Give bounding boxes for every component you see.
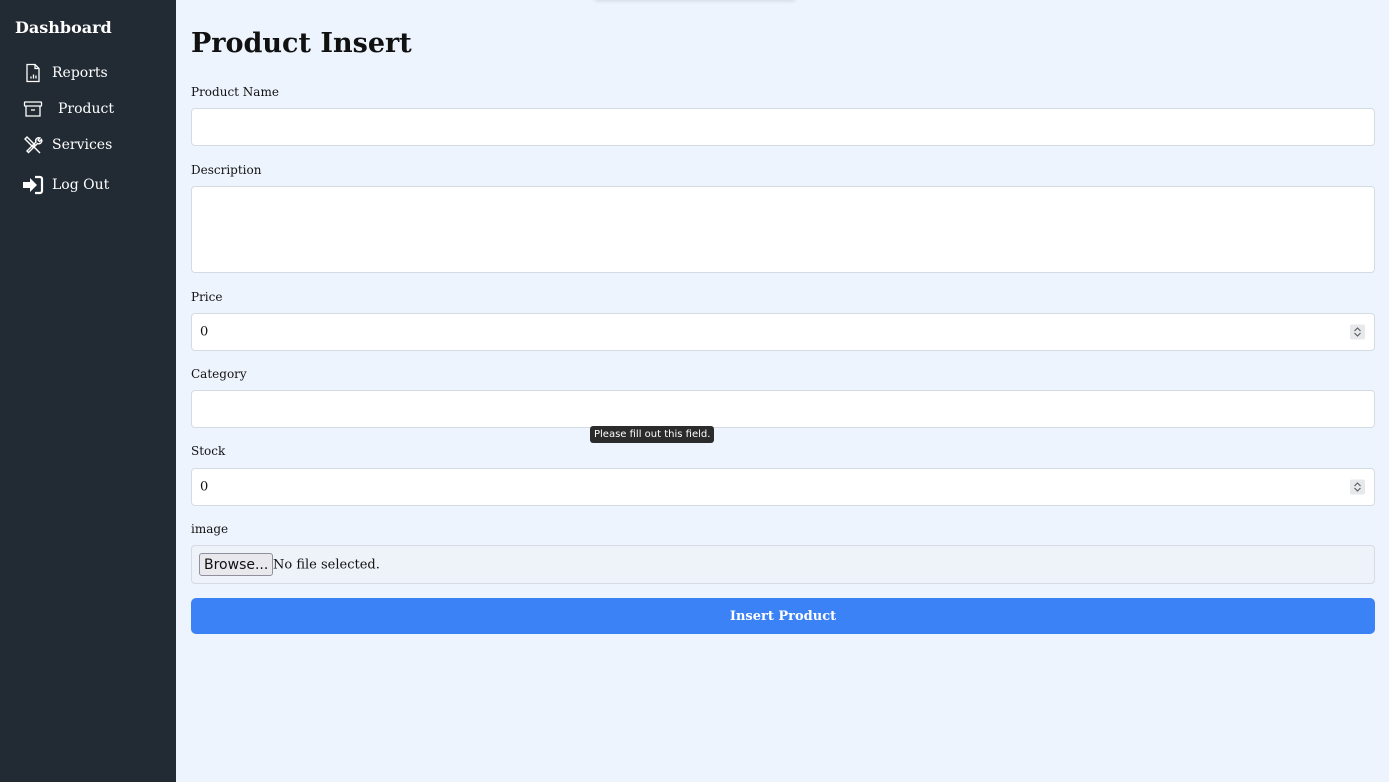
browse-button[interactable]: Browse... xyxy=(199,553,274,576)
report-document-icon xyxy=(22,62,44,84)
sidebar-title: Dashboard xyxy=(15,18,112,37)
sidebar-item-label: Log Out xyxy=(52,177,110,193)
category-input[interactable] xyxy=(191,390,1375,428)
stock-stepper[interactable] xyxy=(1350,479,1365,495)
stock-input[interactable]: 0 xyxy=(191,468,1375,506)
sidebar-item-services[interactable]: Services xyxy=(22,134,112,156)
price-input[interactable]: 0 xyxy=(191,313,1375,351)
page-title: Product Insert xyxy=(191,28,412,59)
chevron-up-icon[interactable] xyxy=(1354,482,1361,487)
sidebar: Dashboard Reports Product Services Log O… xyxy=(0,0,176,782)
price-label: Price xyxy=(191,290,223,304)
sidebar-item-log-out[interactable]: Log Out xyxy=(22,174,109,196)
image-file-input[interactable]: Browse... No file selected. xyxy=(191,545,1375,584)
sidebar-item-product[interactable]: Product xyxy=(22,98,114,120)
description-label: Description xyxy=(191,163,262,177)
chevron-down-icon[interactable] xyxy=(1354,487,1361,493)
product-name-label: Product Name xyxy=(191,85,279,99)
tools-icon xyxy=(22,134,44,156)
chevron-down-icon[interactable] xyxy=(1354,332,1361,338)
product-name-input[interactable] xyxy=(191,108,1375,146)
stock-value: 0 xyxy=(200,479,209,495)
sidebar-item-label: Services xyxy=(52,137,113,153)
description-textarea[interactable] xyxy=(191,186,1375,273)
sidebar-item-reports[interactable]: Reports xyxy=(22,62,108,84)
image-label: image xyxy=(191,522,229,536)
archive-box-icon xyxy=(22,98,44,120)
price-stepper[interactable] xyxy=(1350,324,1365,340)
validation-tooltip: Please fill out this field. xyxy=(590,426,715,443)
stock-label: Stock xyxy=(191,444,226,458)
sidebar-item-label: Reports xyxy=(52,65,108,81)
price-value: 0 xyxy=(200,324,209,340)
file-status-text: No file selected. xyxy=(273,557,380,572)
category-label: Category xyxy=(191,367,247,381)
insert-product-button[interactable]: Insert Product xyxy=(191,598,1375,634)
sidebar-item-label: Product xyxy=(58,101,114,117)
sign-in-arrow-icon xyxy=(22,174,44,196)
chevron-up-icon[interactable] xyxy=(1354,327,1361,332)
